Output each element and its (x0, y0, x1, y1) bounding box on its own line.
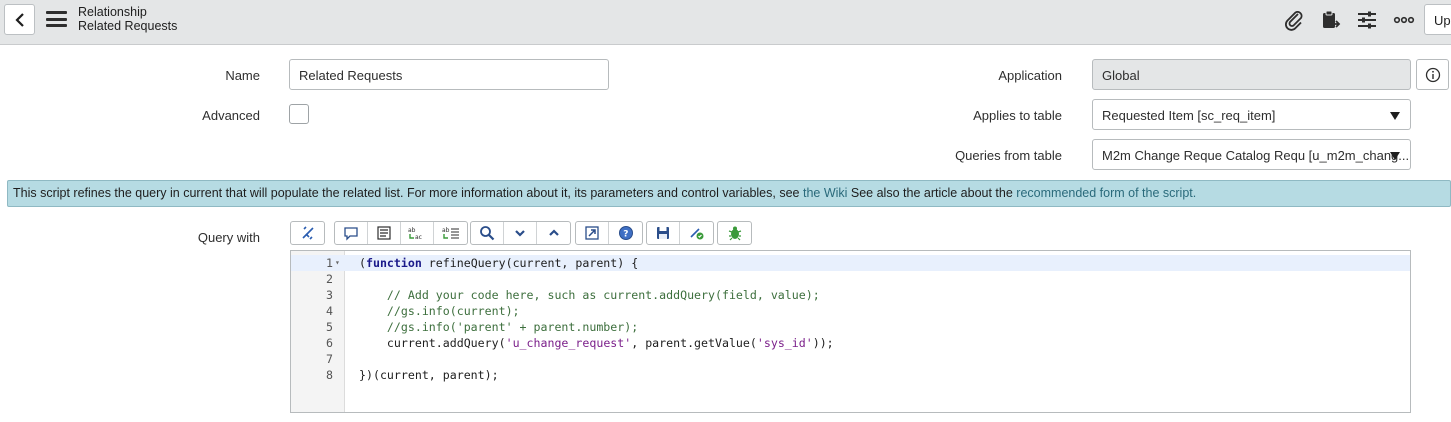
application-field: Global (1092, 59, 1411, 90)
code-text: //gs.info('parent' + parent.number); (386, 320, 639, 334)
caret-down-icon (1390, 112, 1400, 120)
replace-all-button[interactable]: ab (434, 222, 467, 244)
query-with-label: Query with (197, 230, 260, 245)
view-group: ? (575, 221, 643, 245)
line-number: 8 (326, 368, 333, 382)
code-line[interactable]: 3 // Add your code here, such as current… (291, 287, 1410, 303)
back-icon (14, 12, 24, 27)
svg-text:ab: ab (442, 227, 450, 234)
script-info-banner: This script refines the query in current… (7, 180, 1451, 207)
list-icon (377, 226, 391, 240)
line-number: 2 (326, 272, 333, 286)
form-header: Relationship Related Requests Up (0, 0, 1451, 45)
applies-to-table-select[interactable]: Requested Item [sc_req_item] (1092, 99, 1411, 130)
help-icon: ? (618, 226, 633, 240)
svg-text:ac: ac (415, 234, 422, 241)
replace-all-icon: ab (442, 227, 459, 239)
queries-from-table-label: Queries from table (955, 148, 1062, 163)
update-button[interactable]: Up (1424, 4, 1451, 35)
save-icon (657, 227, 669, 239)
advanced-label: Advanced (202, 108, 260, 123)
line-number: 4 (326, 304, 333, 318)
code-line[interactable]: 6 current.addQuery('u_change_request', p… (291, 335, 1410, 351)
find-next-button[interactable] (504, 222, 537, 244)
debugger-icon (728, 226, 741, 241)
wiki-link[interactable]: the Wiki (803, 186, 847, 200)
line-number: 3 (326, 288, 333, 302)
applies-to-table-label: Applies to table (973, 108, 1062, 123)
script-debug-button[interactable] (680, 222, 713, 244)
script-editor[interactable]: 1 ▾ (function refineQuery(current, parent)… (290, 250, 1411, 413)
chevron-down-icon (515, 230, 525, 237)
format-group (290, 221, 325, 245)
hamburger-icon[interactable] (46, 11, 67, 27)
comment-icon (344, 227, 358, 241)
name-label: Name (225, 68, 260, 83)
paperclip-icon[interactable] (1282, 8, 1306, 32)
sliders-icon[interactable] (1355, 8, 1379, 32)
fullscreen-icon (585, 226, 599, 240)
line-number: 1 (326, 256, 333, 270)
search-group (470, 221, 571, 245)
code-text: })(current, parent); (359, 368, 499, 382)
line-number: 5 (326, 320, 333, 334)
code-line[interactable]: 7 (291, 351, 1410, 367)
line-number: 6 (326, 336, 333, 350)
format-code-button[interactable] (291, 222, 324, 244)
chevron-up-icon (548, 229, 559, 236)
code-line[interactable]: 4 //gs.info(current); (291, 303, 1410, 319)
debugger-button[interactable] (718, 222, 751, 244)
queries-from-table-value: M2m Change Reque Catalog Requ [u_m2m_cha… (1102, 148, 1410, 163)
code-text: //gs.info(current); (386, 304, 520, 318)
search-icon (480, 226, 495, 241)
code-text: // Add your code here, such as current.a… (386, 288, 820, 302)
find-previous-button[interactable] (537, 222, 570, 244)
application-info-button[interactable] (1416, 59, 1449, 90)
more-icon[interactable] (1392, 8, 1416, 32)
code-line[interactable]: 5 //gs.info('parent' + parent.number); (291, 319, 1410, 335)
search-button[interactable] (471, 222, 504, 244)
debug-group (717, 221, 752, 245)
recommended-form-link[interactable]: recommended form of the script. (1016, 186, 1196, 200)
line-number: 7 (326, 352, 333, 366)
list-button[interactable] (368, 222, 401, 244)
code-line[interactable]: 2 (291, 271, 1410, 287)
save-button[interactable] (647, 222, 680, 244)
svg-text:ab: ab (408, 227, 416, 234)
info-text-2: See also the article about the (847, 186, 1017, 200)
info-icon (1425, 67, 1440, 82)
format-icon (301, 226, 314, 240)
replace-icon: abac (408, 227, 422, 241)
edit-group: ab ac ab (334, 221, 468, 245)
code-text: (function refineQuery(current, parent) { (359, 256, 639, 270)
caret-down-icon (1390, 152, 1400, 160)
code-text: current.addQuery('u_change_request', par… (359, 336, 834, 350)
fold-toggle-icon[interactable]: ▾ (335, 255, 340, 271)
code-line[interactable]: 1 ▾ (function refineQuery(current, parent)… (291, 255, 1410, 271)
record-name: Related Requests (78, 19, 178, 33)
comment-button[interactable] (335, 222, 368, 244)
application-label: Application (998, 68, 1062, 83)
record-type: Relationship (78, 5, 147, 19)
header-titles: Relationship Related Requests (78, 5, 177, 33)
name-field[interactable]: Related Requests (289, 59, 609, 90)
help-button[interactable]: ? (609, 222, 642, 244)
clipboard-icon[interactable] (1318, 8, 1342, 32)
svg-text:?: ? (623, 230, 628, 240)
info-text-1: This script refines the query in current… (13, 186, 803, 200)
fullscreen-button[interactable] (576, 222, 609, 244)
replace-button[interactable]: ab ac (401, 222, 434, 244)
applies-to-table-value: Requested Item [sc_req_item] (1102, 108, 1276, 123)
back-button[interactable] (4, 4, 35, 35)
script-debug-icon (689, 228, 703, 240)
code-line[interactable]: 8 })(current, parent); (291, 367, 1410, 383)
advanced-checkbox[interactable] (289, 104, 309, 124)
queries-from-table-select[interactable]: M2m Change Reque Catalog Requ [u_m2m_cha… (1092, 139, 1411, 170)
save-group (646, 221, 714, 245)
